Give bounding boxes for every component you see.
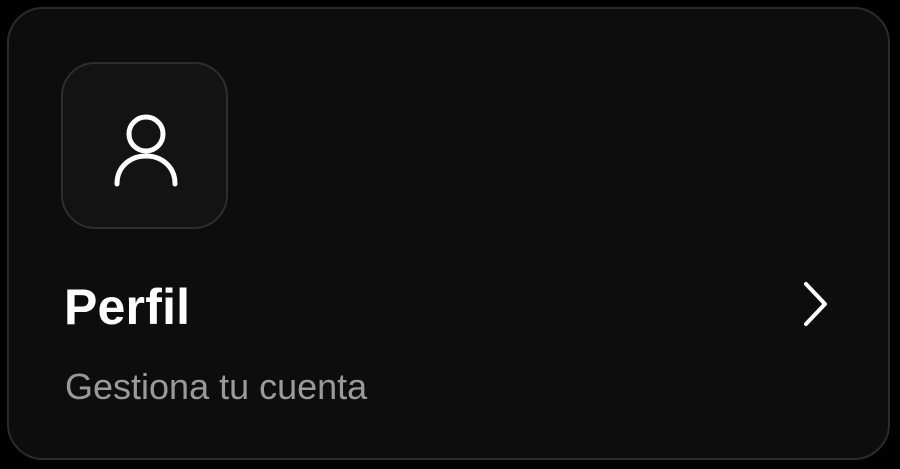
card-subtitle: Gestiona tu cuenta [65,366,368,407]
user-icon [114,114,178,187]
card-title: Perfil [64,279,191,335]
chevron-right-icon[interactable] [795,277,835,331]
profile-card[interactable]: Perfil Gestiona tu cuenta [7,7,890,460]
profile-icon-tile [61,62,228,229]
